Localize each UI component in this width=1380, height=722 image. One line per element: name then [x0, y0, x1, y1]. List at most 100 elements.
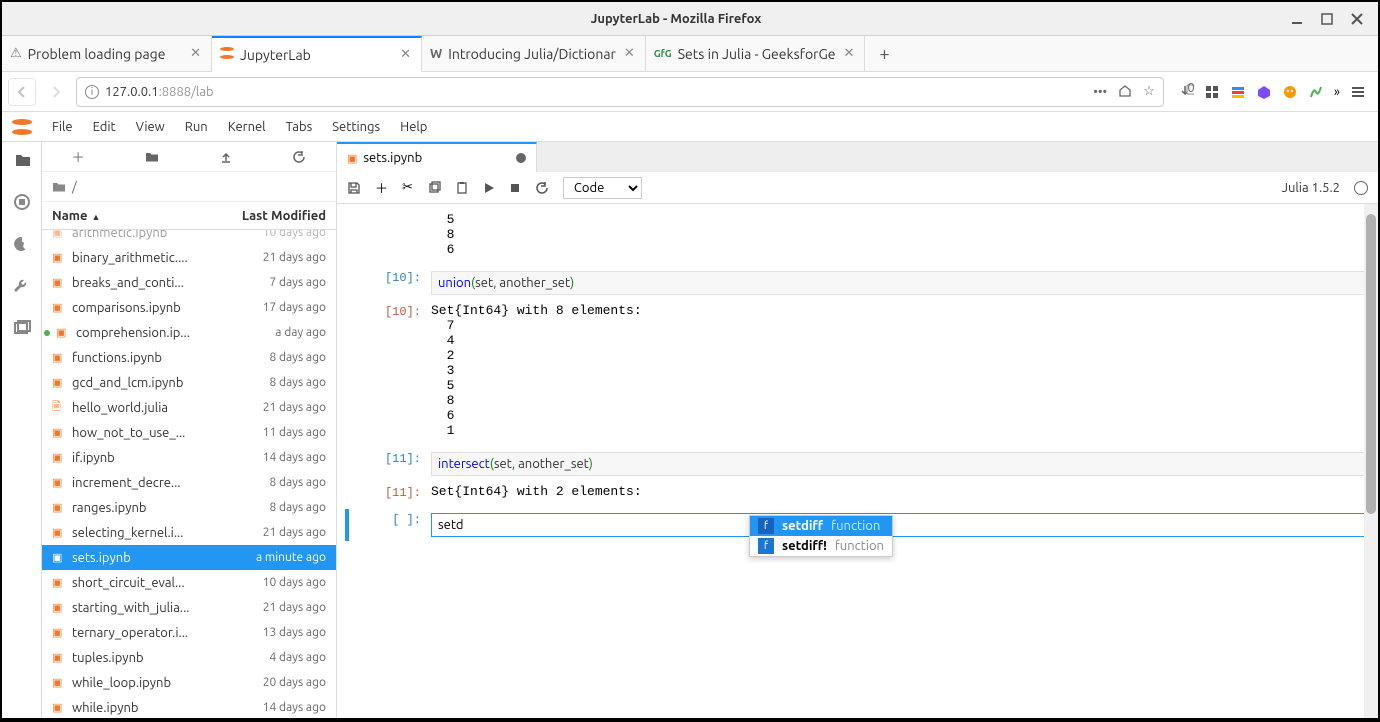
close-icon[interactable]: ✕ — [188, 44, 203, 63]
kernel-name[interactable]: Julia 1.5.2 — [1282, 181, 1340, 195]
folder-icon[interactable] — [10, 148, 34, 172]
running-icon[interactable] — [10, 190, 34, 214]
close-button[interactable] — [1350, 12, 1364, 26]
more-icon[interactable]: ••• — [1093, 85, 1107, 99]
new-folder-icon[interactable] — [144, 150, 160, 164]
ext2-icon[interactable] — [1230, 84, 1246, 100]
wrench-icon[interactable] — [10, 274, 34, 298]
new-tab-button[interactable]: + — [865, 44, 903, 64]
wiki-icon: W — [430, 47, 442, 61]
code-cell-active[interactable]: setd — [431, 513, 1370, 537]
forward-button[interactable] — [42, 78, 70, 106]
jupyter-icon — [220, 46, 234, 63]
menu-edit[interactable]: Edit — [83, 120, 126, 134]
close-icon[interactable]: ✕ — [841, 44, 856, 63]
code-cell[interactable]: union(set, another_set) — [431, 271, 1370, 295]
jupyter-logo[interactable] — [2, 117, 42, 137]
file-row[interactable]: ▣comprehension.ip...a day ago — [42, 320, 336, 345]
maximize-button[interactable] — [1320, 12, 1334, 26]
menu-icon[interactable] — [1350, 84, 1366, 100]
overflow-icon[interactable]: » — [1334, 85, 1340, 99]
file-row[interactable]: ▣increment_decre...8 days ago — [42, 470, 336, 495]
completion-item[interactable]: fsetdiff! function — [750, 536, 892, 556]
downloads-icon[interactable]: 0 — [1176, 83, 1194, 101]
reader-icon[interactable] — [1117, 84, 1133, 100]
kernel-status-icon[interactable] — [1354, 181, 1368, 195]
browser-tab[interactable]: JupyterLab✕ — [212, 36, 422, 72]
menu-file[interactable]: File — [42, 120, 83, 134]
ext3-icon[interactable] — [1256, 84, 1272, 100]
run-icon[interactable] — [483, 182, 495, 194]
palette-icon[interactable] — [10, 232, 34, 256]
file-icon: ▣ — [52, 601, 66, 614]
copy-icon[interactable] — [427, 181, 441, 195]
menu-help[interactable]: Help — [390, 120, 437, 134]
paste-icon[interactable] — [455, 181, 469, 195]
back-button[interactable] — [8, 78, 36, 106]
browser-tab[interactable]: ⚠Problem loading page✕ — [2, 36, 212, 72]
file-row[interactable]: ▣sets.ipynba minute ago — [42, 545, 336, 570]
file-row[interactable]: ▣ranges.ipynb8 days ago — [42, 495, 336, 520]
jupyter-menubar: FileEditViewRunKernelTabsSettingsHelp — [2, 112, 1378, 142]
file-modified: 14 days ago — [263, 451, 326, 464]
file-row[interactable]: 🗎hello_world.julia21 days ago — [42, 395, 336, 420]
file-row[interactable]: ▣binary_arithmetic....21 days ago — [42, 245, 336, 270]
file-row[interactable]: ▣starting_with_julia...21 days ago — [42, 595, 336, 620]
file-row[interactable]: ▣arithmetic.ipynb10 days ago — [42, 230, 336, 245]
new-launcher-icon[interactable]: ＋ — [72, 147, 85, 166]
celltype-select[interactable]: Code — [563, 177, 642, 199]
menu-tabs[interactable]: Tabs — [276, 120, 323, 134]
file-row[interactable]: ▣breaks_and_conti...7 days ago — [42, 270, 336, 295]
save-icon[interactable] — [347, 181, 361, 195]
menu-view[interactable]: View — [126, 120, 175, 134]
file-row[interactable]: ▣while.ipynb14 days ago — [42, 695, 336, 718]
file-name: ranges.ipynb — [72, 501, 263, 515]
browser-tab[interactable]: GfGSets in Julia - GeeksforGe✕ — [646, 36, 866, 72]
file-modified: 4 days ago — [269, 651, 326, 664]
menu-kernel[interactable]: Kernel — [218, 120, 276, 134]
close-icon[interactable]: ✕ — [398, 45, 413, 64]
file-row[interactable]: ▣ternary_operator.i...13 days ago — [42, 620, 336, 645]
file-row[interactable]: ▣how_not_to_use_...11 days ago — [42, 420, 336, 445]
ext5-icon[interactable] — [1308, 84, 1324, 100]
cut-icon[interactable]: ✂ — [402, 180, 413, 195]
ext4-icon[interactable] — [1282, 84, 1298, 100]
bookmark-icon[interactable]: ☆ — [1143, 84, 1155, 99]
file-row[interactable]: ▣tuples.ipynb4 days ago — [42, 645, 336, 670]
file-icon: ▣ — [52, 701, 66, 714]
code-cell[interactable]: intersect(set, another_set) — [431, 452, 1370, 476]
file-row[interactable]: ▣gcd_and_lcm.ipynb8 days ago — [42, 370, 336, 395]
file-icon: ▣ — [52, 230, 66, 239]
scrollbar[interactable] — [1364, 204, 1378, 718]
file-row[interactable]: ▣short_circuit_eval...10 days ago — [42, 570, 336, 595]
upload-icon[interactable] — [219, 150, 233, 164]
file-row[interactable]: ▣functions.ipynb8 days ago — [42, 345, 336, 370]
close-icon[interactable]: ✕ — [622, 44, 637, 63]
file-row[interactable]: ▣selecting_kernel.i...21 days ago — [42, 520, 336, 545]
menu-settings[interactable]: Settings — [322, 120, 390, 134]
notebook-tab[interactable]: ▣ sets.ipynb — [337, 142, 537, 172]
restart-icon[interactable] — [535, 181, 549, 195]
menu-run[interactable]: Run — [175, 120, 218, 134]
url-bar[interactable]: i 127.0.0.1:8888/lab ••• ☆ — [76, 77, 1164, 107]
file-row[interactable]: ▣if.ipynb14 days ago — [42, 445, 336, 470]
cell-prompt: [11]: — [351, 448, 431, 480]
browser-tab[interactable]: WIntroducing Julia/Dictionar✕ — [422, 36, 646, 72]
cell-output: Set{Int64} with 2 elements: — [431, 482, 1370, 507]
scrollbar-thumb[interactable] — [1366, 214, 1376, 514]
file-row[interactable]: ▣while_loop.ipynb20 days ago — [42, 670, 336, 695]
breadcrumb[interactable]: / — [42, 172, 336, 202]
minimize-button[interactable] — [1290, 12, 1304, 26]
file-modified: 10 days ago — [263, 576, 326, 589]
file-list-header[interactable]: Name▲ Last Modified — [42, 202, 336, 230]
file-modified: 8 days ago — [269, 376, 326, 389]
file-row[interactable]: ▣comparisons.ipynb17 days ago — [42, 295, 336, 320]
site-info-icon[interactable]: i — [85, 85, 99, 99]
completion-item[interactable]: fsetdiff function — [750, 516, 892, 536]
tabs-icon[interactable] — [10, 316, 34, 340]
refresh-icon[interactable] — [292, 150, 306, 164]
file-modified: a day ago — [275, 326, 326, 339]
ext1-icon[interactable] — [1204, 84, 1220, 100]
stop-icon[interactable] — [509, 182, 521, 194]
add-cell-icon[interactable]: ＋ — [375, 178, 388, 197]
